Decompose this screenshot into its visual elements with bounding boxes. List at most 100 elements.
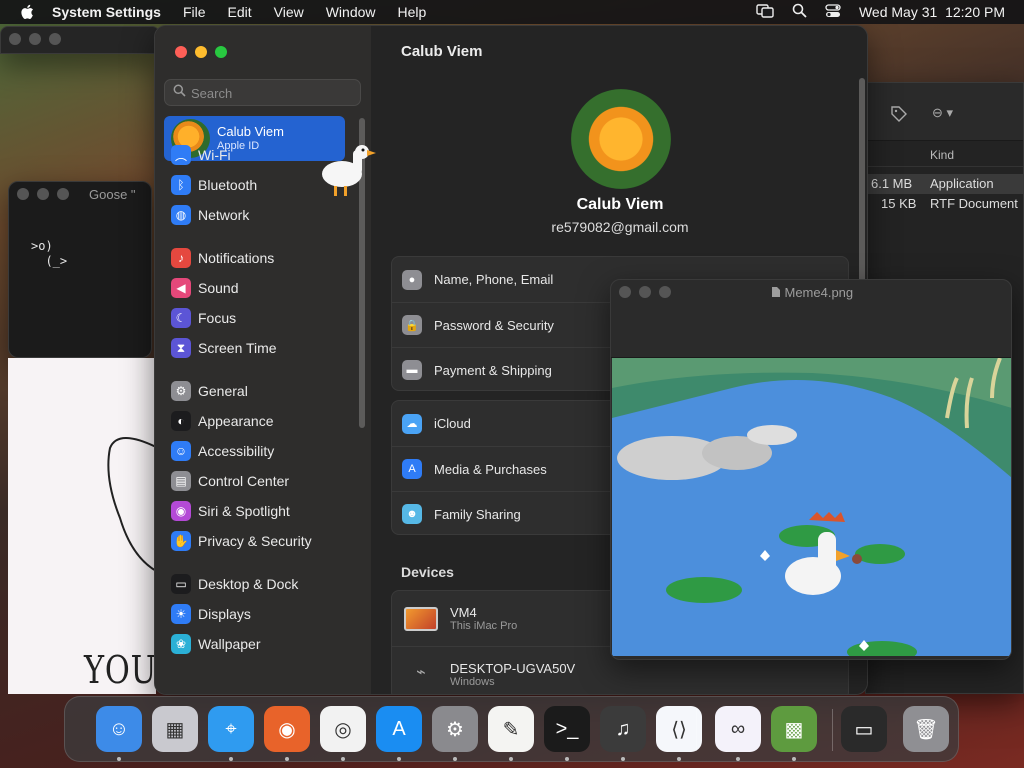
app-store-icon: A — [402, 459, 422, 479]
account-name: Calub Viem — [217, 124, 284, 139]
menu-help[interactable]: Help — [398, 4, 427, 20]
meme-image — [612, 358, 1011, 656]
sidebar-item-general[interactable]: ⚙ General — [171, 380, 351, 402]
device-subtitle: Windows — [450, 675, 495, 688]
dock-separator — [696, 709, 697, 751]
doodle-caption: YOU — [84, 648, 156, 692]
imac-icon — [404, 606, 438, 631]
screen-mirroring-icon[interactable] — [756, 3, 774, 21]
sidebar-item-wallpaper[interactable]: ❀ Wallpaper — [171, 633, 351, 655]
hand-icon: ✋ — [171, 531, 191, 551]
menu-view[interactable]: View — [274, 4, 304, 20]
close-button[interactable] — [175, 46, 187, 58]
dock-minecraft-icon[interactable]: ▩ — [771, 706, 817, 752]
bell-icon: ♪ — [171, 248, 191, 268]
running-indicator — [621, 757, 625, 761]
cloud-icon: ☁ — [402, 413, 422, 434]
row-label: iCloud — [434, 416, 471, 431]
dock-safari-icon[interactable]: ⌖ — [208, 706, 254, 752]
preview-toolbar — [611, 308, 1011, 358]
minimize-button[interactable] — [195, 46, 207, 58]
page-title: Calub Viem — [401, 43, 483, 60]
sidebar-item-label: Sound — [198, 280, 239, 296]
dock-system-settings-icon[interactable]: ⚙ — [432, 706, 478, 752]
sidebar-item-focus[interactable]: ☾ Focus — [171, 307, 351, 329]
background-window — [0, 26, 160, 54]
dock-garageband-icon[interactable]: ♫ — [600, 706, 646, 752]
file-row[interactable]: 15 KB RTF Document — [866, 194, 1023, 214]
accessibility-icon: ☺ — [171, 441, 191, 461]
wifi-icon: ︵ — [171, 145, 191, 165]
window-title: Goose " — [89, 187, 136, 202]
menu-file[interactable]: File — [183, 4, 206, 20]
zoom-button[interactable] — [57, 188, 69, 200]
dock-app-store-icon[interactable]: A — [376, 706, 422, 752]
row-label: Family Sharing — [434, 506, 521, 522]
dock-visual-studio-icon[interactable]: ∞ — [715, 706, 761, 752]
sidebar-item-network[interactable]: ◍ Network — [171, 204, 351, 226]
spotlight-search-icon[interactable] — [792, 3, 807, 21]
control-center-icon: ▤ — [171, 471, 191, 491]
zoom-button[interactable] — [215, 46, 227, 58]
minimize-button[interactable] — [37, 188, 49, 200]
minimize-button[interactable] — [29, 33, 41, 45]
profile-name: Calub Viem — [576, 196, 664, 213]
sidebar-item-sound[interactable]: ◀ Sound — [171, 277, 351, 299]
search-field[interactable]: Search — [164, 79, 361, 106]
running-indicator — [792, 757, 796, 761]
sidebar-item-displays[interactable]: ☀ Displays — [171, 603, 351, 625]
zoom-button[interactable] — [49, 33, 61, 45]
menu-edit[interactable]: Edit — [228, 4, 252, 20]
control-center-icon[interactable] — [825, 3, 841, 21]
close-button[interactable] — [17, 188, 29, 200]
menu-window[interactable]: Window — [326, 4, 376, 20]
sidebar-item-desktop-dock[interactable]: ▭ Desktop & Dock — [171, 573, 351, 595]
dock-preview-minimized-icon[interactable]: ▭ — [841, 706, 887, 752]
menu-app-name[interactable]: System Settings — [52, 4, 161, 20]
row-label: Password & Security — [434, 317, 554, 333]
finder-toolbar: ⊖ ▾ — [866, 83, 1023, 141]
dock-textedit-icon[interactable]: ✎ — [488, 706, 534, 752]
sidebar-item-accessibility[interactable]: ☺ Accessibility — [171, 440, 351, 462]
row-label: Media & Purchases — [434, 461, 547, 477]
preview-window: Meme4.png — [610, 279, 1012, 660]
profile-email: re579082@gmail.com — [551, 219, 689, 235]
ascii-goose: >o) (_> — [31, 239, 68, 268]
running-indicator — [509, 757, 513, 761]
dock-launchpad-icon[interactable]: ▦ — [152, 706, 198, 752]
bluetooth-icon: ᛒ — [171, 175, 191, 195]
kind-column-header[interactable]: Kind — [930, 148, 954, 162]
dock-trash-icon[interactable]: 🗑 — [903, 706, 949, 752]
profile-avatar[interactable] — [571, 89, 671, 189]
sidebar-item-control-center[interactable]: ▤ Control Center — [171, 470, 351, 492]
sidebar-item-notifications[interactable]: ♪ Notifications — [171, 247, 351, 269]
settings-sidebar: Search Calub Viem Apple ID ︵ Wi-Fi ᛒ Blueto… — [155, 26, 371, 694]
row-label: Name, Phone, Email — [434, 272, 554, 287]
sidebar-item-privacy-security[interactable]: ✋ Privacy & Security — [171, 530, 351, 552]
window-title: Meme4.png — [611, 285, 1011, 300]
tag-icon[interactable] — [890, 105, 908, 128]
sidebar-item-appearance[interactable]: ◐ Appearance — [171, 410, 351, 432]
dock-terminal-icon[interactable]: >_ — [544, 706, 590, 752]
dock-finder-icon[interactable]: ☺ — [96, 706, 142, 752]
menu-clock[interactable]: Wed May 31 12:20 PM — [859, 4, 1005, 20]
sidebar-item-siri-spotlight[interactable]: ◉ Siri & Spotlight — [171, 500, 351, 522]
dock-firefox-icon[interactable]: ◉ — [264, 706, 310, 752]
running-indicator — [341, 757, 345, 761]
close-button[interactable] — [9, 33, 21, 45]
appearance-icon: ◐ — [171, 411, 191, 431]
document-icon — [771, 285, 785, 300]
file-row[interactable]: 6.1 MB Application — [866, 174, 1023, 194]
apple-menu-icon[interactable] — [20, 4, 34, 20]
siri-icon: ◉ — [171, 501, 191, 521]
dock-chrome-icon[interactable]: ◎ — [320, 706, 366, 752]
wallpaper-icon: ❀ — [171, 634, 191, 654]
sidebar-item-screen-time[interactable]: ⧗ Screen Time — [171, 337, 351, 359]
pc-icon: ⌁ — [416, 664, 426, 681]
goose-terminal-window: Goose " >o) (_> — [8, 181, 152, 358]
sidebar-item-label: Wi-Fi — [198, 147, 231, 163]
running-indicator — [453, 757, 457, 761]
search-placeholder: Search — [191, 86, 233, 101]
device-subtitle: This iMac Pro — [450, 620, 518, 632]
action-menu-icon[interactable]: ⊖ ▾ — [932, 105, 953, 121]
